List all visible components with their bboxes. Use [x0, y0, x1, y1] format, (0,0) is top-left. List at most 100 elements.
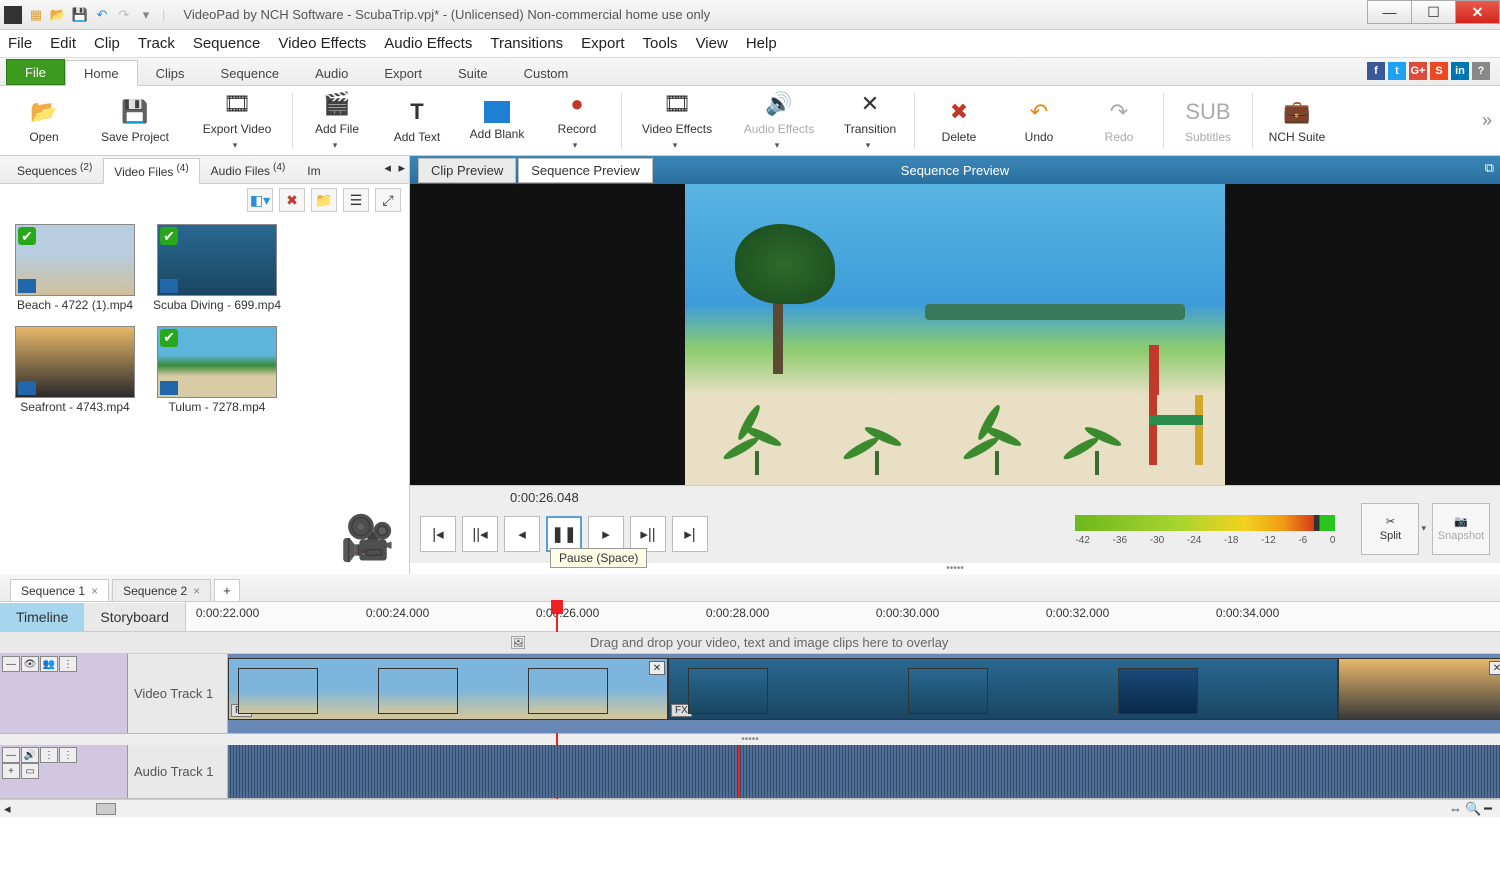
- linkedin-icon[interactable]: in: [1451, 62, 1469, 80]
- maximize-button[interactable]: ☐: [1411, 0, 1456, 24]
- transition-button[interactable]: ✕Transition▾: [834, 90, 906, 151]
- ribbon-tab-sequence[interactable]: Sequence: [203, 61, 298, 85]
- menu-clip[interactable]: Clip: [94, 35, 120, 52]
- time-ruler[interactable]: 0:00:22.000 0:00:24.000 0:00:26.000 0:00…: [185, 602, 1500, 631]
- zoom-slider[interactable]: ━: [1484, 801, 1492, 817]
- fx-icon[interactable]: ⋮: [59, 656, 77, 672]
- add-text-button[interactable]: TAdd Text: [381, 98, 453, 144]
- bin-tab-video-files[interactable]: Video Files(4): [103, 158, 199, 184]
- timeline-scrollbar[interactable]: ◂ ⇔ 🔍 ━: [0, 799, 1500, 817]
- mute-icon[interactable]: 🔊: [21, 747, 39, 763]
- storyboard-mode-button[interactable]: Storyboard: [84, 603, 184, 631]
- twitter-icon[interactable]: t: [1388, 62, 1406, 80]
- save-project-button[interactable]: 💾Save Project: [88, 98, 182, 144]
- qat-save-icon[interactable]: 💾: [70, 5, 90, 25]
- seq-tab-2[interactable]: Sequence 2×: [112, 579, 211, 602]
- pause-button[interactable]: ❚❚: [546, 516, 582, 552]
- menu-video-effects[interactable]: Video Effects: [278, 35, 366, 52]
- goto-end-button[interactable]: ▸|: [672, 516, 708, 552]
- ribbon-tab-clips[interactable]: Clips: [138, 61, 203, 85]
- add-file-button[interactable]: 🎬Add File▾: [301, 90, 373, 151]
- video-track-body[interactable]: FX↙✕ FX ✕: [228, 654, 1500, 733]
- menu-audio-effects[interactable]: Audio Effects: [384, 35, 472, 52]
- menu-view[interactable]: View: [696, 35, 728, 52]
- qat-open-icon[interactable]: 📂: [48, 5, 68, 25]
- bin-view-icon[interactable]: ◧▾: [247, 188, 273, 212]
- ribbon-tab-home[interactable]: Home: [65, 60, 138, 86]
- menu-sequence[interactable]: Sequence: [193, 35, 261, 52]
- close-icon[interactable]: ×: [91, 584, 98, 598]
- record-button[interactable]: ●Record▾: [541, 90, 613, 151]
- preview-tab-clip[interactable]: Clip Preview: [418, 158, 516, 183]
- timeline-mode-button[interactable]: Timeline: [0, 603, 84, 631]
- preview-tab-sequence[interactable]: Sequence Preview: [518, 158, 652, 183]
- open-button[interactable]: 📂Open: [8, 98, 80, 144]
- clip-item[interactable]: Seafront - 4743.mp4: [10, 326, 140, 416]
- qat-redo-icon[interactable]: ↷: [114, 5, 134, 25]
- step-fwd-button[interactable]: ▸||: [630, 516, 666, 552]
- lock-icon[interactable]: 👥: [40, 656, 58, 672]
- ribbon-tab-custom[interactable]: Custom: [506, 61, 587, 85]
- popout-icon[interactable]: ⧉: [1485, 160, 1494, 176]
- export-video-button[interactable]: 🎞Export Video▾: [190, 90, 284, 151]
- timeline-clip[interactable]: FX: [668, 658, 1338, 720]
- facebook-icon[interactable]: f: [1367, 62, 1385, 80]
- frame-fwd-button[interactable]: ▸: [588, 516, 624, 552]
- clip-item[interactable]: ✔ Beach - 4722 (1).mp4: [10, 224, 140, 314]
- bin-tab-audio-files[interactable]: Audio Files(4): [200, 157, 297, 183]
- stumble-icon[interactable]: S: [1430, 62, 1448, 80]
- bin-add-folder-icon[interactable]: 📁: [311, 188, 337, 212]
- frame-back-button[interactable]: ◂: [504, 516, 540, 552]
- nch-suite-button[interactable]: 💼NCH Suite: [1261, 98, 1333, 144]
- overlay-track[interactable]: 🖼 Drag and drop your video, text and ima…: [0, 632, 1500, 654]
- bin-delete-icon[interactable]: ✖: [279, 188, 305, 212]
- solo-icon[interactable]: ⋮: [40, 747, 58, 763]
- zoom-out-icon[interactable]: 🔍: [1465, 801, 1481, 817]
- help-icon[interactable]: ?: [1472, 62, 1490, 80]
- undo-button[interactable]: ↶Undo: [1003, 98, 1075, 144]
- ribbon-tab-audio[interactable]: Audio: [297, 61, 366, 85]
- visibility-icon[interactable]: 👁: [21, 656, 39, 672]
- scroll-thumb[interactable]: [96, 803, 116, 815]
- ribbon-tab-file[interactable]: File: [6, 59, 65, 85]
- bin-tab-images[interactable]: Im: [296, 159, 331, 183]
- close-button[interactable]: ✕: [1455, 0, 1500, 24]
- menu-export[interactable]: Export: [581, 35, 624, 52]
- close-icon[interactable]: ×: [193, 584, 200, 598]
- menu-file[interactable]: File: [8, 35, 32, 52]
- delete-button[interactable]: ✖Delete: [923, 98, 995, 144]
- bin-sort-icon[interactable]: ⤢: [375, 188, 401, 212]
- menu-edit[interactable]: Edit: [50, 35, 76, 52]
- ribbon-tab-export[interactable]: Export: [366, 61, 440, 85]
- add-sequence-button[interactable]: +: [214, 579, 240, 602]
- expand-icon[interactable]: +: [2, 763, 20, 779]
- clip-item[interactable]: ✔ Tulum - 7278.mp4: [152, 326, 282, 416]
- add-blank-button[interactable]: Add Blank: [461, 101, 533, 141]
- ribbon-tab-suite[interactable]: Suite: [440, 61, 506, 85]
- menu-track[interactable]: Track: [138, 35, 175, 52]
- timeline-clip[interactable]: ✕: [1338, 658, 1500, 720]
- googleplus-icon[interactable]: G+: [1409, 62, 1427, 80]
- clip-item[interactable]: ✔ Scuba Diving - 699.mp4: [152, 224, 282, 314]
- collapse-icon[interactable]: —: [2, 747, 20, 763]
- menu-transitions[interactable]: Transitions: [490, 35, 563, 52]
- goto-start-button[interactable]: |◂: [420, 516, 456, 552]
- collapse-icon[interactable]: —: [2, 656, 20, 672]
- qat-dropdown-icon[interactable]: ▾: [136, 5, 156, 25]
- ribbon-overflow-icon[interactable]: »: [1482, 110, 1492, 131]
- menu-tools[interactable]: Tools: [643, 35, 678, 52]
- zoom-fit-icon[interactable]: ⇔: [1449, 801, 1462, 817]
- bin-list-icon[interactable]: ☰: [343, 188, 369, 212]
- bin-next-icon[interactable]: ▸: [398, 160, 405, 176]
- qat-new-icon[interactable]: ▦: [26, 5, 46, 25]
- fx-icon[interactable]: ⋮: [59, 747, 77, 763]
- qat-undo-icon[interactable]: ↶: [92, 5, 112, 25]
- step-back-button[interactable]: ||◂: [462, 516, 498, 552]
- seq-tab-1[interactable]: Sequence 1×: [10, 579, 109, 602]
- audio-track-body[interactable]: [228, 745, 1500, 798]
- volume-icon[interactable]: ▭: [21, 763, 39, 779]
- bin-prev-icon[interactable]: ◂: [384, 160, 391, 176]
- scroll-left-icon[interactable]: ◂: [4, 801, 11, 817]
- bin-tab-sequences[interactable]: Sequences(2): [6, 157, 103, 183]
- split-button[interactable]: ✂Split: [1361, 503, 1419, 555]
